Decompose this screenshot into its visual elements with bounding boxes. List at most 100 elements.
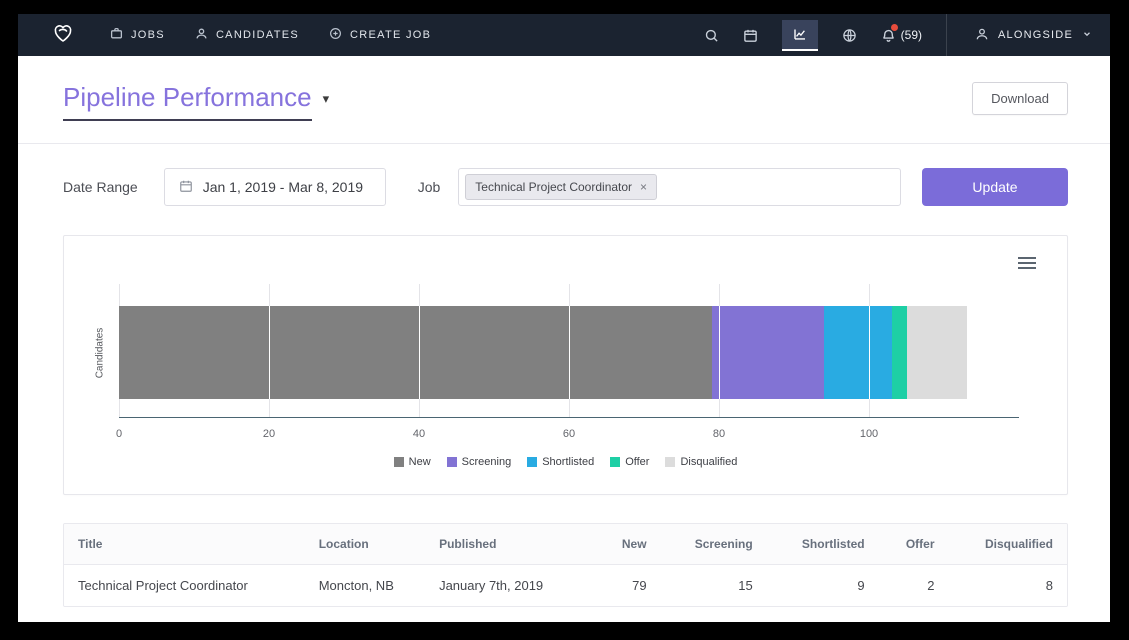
bell-icon [881,28,896,43]
notifications-button[interactable]: (59) [881,28,922,43]
x-tick-label: 20 [263,428,275,440]
x-tick-label: 40 [413,428,425,440]
bar-segment-new[interactable] [119,306,712,399]
top-navbar: JOBS CANDIDATES CREATE JOB [18,14,1110,56]
legend-item-disqualified[interactable]: Disqualified [665,456,737,468]
legend-item-screening[interactable]: Screening [447,456,512,468]
bar-segment-offer[interactable] [892,306,907,399]
bar-gridline [569,306,570,399]
table-body: Technical Project CoordinatorMoncton, NB… [64,565,1067,607]
column-header-published: Published [425,524,596,565]
table-cell: 9 [767,565,879,607]
account-label: ALONGSIDE [998,29,1073,41]
pipeline-table: TitleLocationPublishedNewScreeningShortl… [64,524,1067,606]
bar-segment-screening[interactable] [712,306,825,399]
app-window: JOBS CANDIDATES CREATE JOB [18,14,1110,622]
person-icon [195,27,208,43]
chart-menu-icon[interactable] [1015,254,1039,272]
bar-gridline [719,306,720,399]
column-header-screening: Screening [661,524,767,565]
update-button[interactable]: Update [922,168,1068,206]
notification-count: (59) [901,28,922,42]
bar-gridline [419,306,420,399]
legend-item-offer[interactable]: Offer [610,456,649,468]
table-cell: 2 [879,565,949,607]
legend: New Screening Shortlisted Offer Disqualified [64,456,1067,468]
account-person-icon [975,27,989,44]
calendar-icon [179,179,193,196]
date-range-value: Jan 1, 2019 - Mar 8, 2019 [203,179,363,195]
plus-circle-icon [329,27,342,43]
legend-swatch [527,457,537,467]
heart-logo-icon [50,21,76,50]
table-cell: Moncton, NB [305,565,425,607]
column-header-shortlisted: Shortlisted [767,524,879,565]
column-header-disqualified: Disqualified [949,524,1068,565]
account-menu[interactable]: ALONGSIDE [971,27,1092,44]
filter-bar: Date Range Jan 1, 2019 - Mar 8, 2019 Job… [18,144,1110,206]
x-tick-label: 100 [860,428,878,440]
legend-swatch [610,457,620,467]
column-header-location: Location [305,524,425,565]
plot-area [119,284,1019,418]
page-header: Pipeline Performance ▾ Download [18,56,1110,121]
legend-swatch [447,457,457,467]
bar-row [119,306,1019,399]
job-tag-label: Technical Project Coordinator [475,180,632,194]
nav-item-create-job[interactable]: CREATE JOB [329,27,431,43]
navbar-actions: (59) ALONGSIDE [704,14,1092,56]
legend-item-new[interactable]: New [394,456,431,468]
legend-label: Disqualified [680,456,737,468]
search-icon[interactable] [704,28,719,43]
bar-gridline [269,306,270,399]
navbar-divider [946,14,947,56]
legend-label: Screening [462,456,512,468]
x-tick-label: 0 [116,428,122,440]
title-caret-icon[interactable]: ▾ [323,91,330,107]
date-range-input[interactable]: Jan 1, 2019 - Mar 8, 2019 [164,168,386,206]
nav-item-jobs[interactable]: JOBS [110,27,165,43]
job-label: Job [418,179,441,195]
notification-dot [891,24,898,31]
pipeline-table-card: TitleLocationPublishedNewScreeningShortl… [63,523,1068,607]
nav-item-label: CANDIDATES [216,29,299,41]
legend-swatch [394,457,404,467]
page-title: Pipeline Performance [63,82,312,121]
pipeline-chart-card: Candidates 0 20 40 60 80 100 New Screening Shor… [63,235,1068,495]
table-cell: 79 [596,565,661,607]
column-header-title: Title [64,524,305,565]
report-selector[interactable]: Pipeline Performance ▾ [63,82,329,121]
bar-segment-shortlisted[interactable] [824,306,892,399]
download-button[interactable]: Download [972,82,1068,115]
briefcase-icon [110,27,123,43]
nav-item-candidates[interactable]: CANDIDATES [195,27,299,43]
table-cell: January 7th, 2019 [425,565,596,607]
nav-item-label: JOBS [131,29,165,41]
table-header-row: TitleLocationPublishedNewScreeningShortl… [64,524,1067,565]
date-range-label: Date Range [63,179,138,195]
table-cell: 15 [661,565,767,607]
table-cell: Technical Project Coordinator [64,565,305,607]
legend-item-shortlisted[interactable]: Shortlisted [527,456,594,468]
x-axis-ticks: 0 20 40 60 80 100 [119,428,1019,442]
x-tick-label: 80 [713,428,725,440]
legend-label: New [409,456,431,468]
legend-label: Offer [625,456,649,468]
table-row[interactable]: Technical Project CoordinatorMoncton, NB… [64,565,1067,607]
x-tick-label: 60 [563,428,575,440]
bar-segment-disqualified[interactable] [907,306,967,399]
bar-gridline [869,306,870,399]
job-select-input[interactable]: Technical Project Coordinator × [458,168,901,206]
nav-item-label: CREATE JOB [350,29,431,41]
reports-chart-icon[interactable] [782,20,818,51]
brand-logo[interactable] [50,21,76,50]
column-header-offer: Offer [879,524,949,565]
column-header-new: New [596,524,661,565]
table-cell: 8 [949,565,1068,607]
y-axis-label: Candidates [95,328,106,379]
globe-icon[interactable] [842,28,857,43]
calendar-icon[interactable] [743,28,758,43]
chevron-down-icon [1082,29,1092,42]
remove-tag-icon[interactable]: × [640,181,647,193]
legend-label: Shortlisted [542,456,594,468]
